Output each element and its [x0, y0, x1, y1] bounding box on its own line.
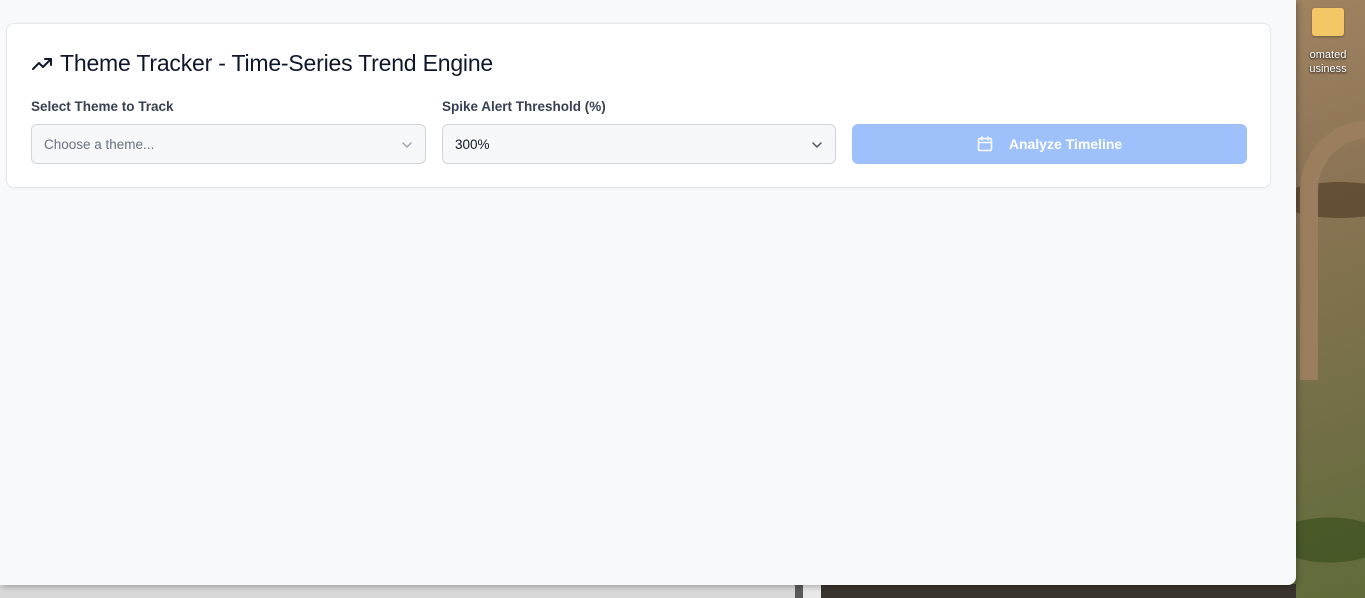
- threshold-select[interactable]: 300%: [442, 124, 836, 164]
- desktop-icon-label: omated usiness: [1309, 49, 1347, 75]
- theme-select-label: Select Theme to Track: [31, 99, 174, 114]
- tracker-card: Theme Tracker - Time-Series Trend Engine…: [6, 23, 1271, 188]
- folder-icon: [1312, 8, 1344, 36]
- analyze-timeline-label: Analyze Timeline: [1008, 136, 1123, 152]
- page-title-row: Theme Tracker - Time-Series Trend Engine: [31, 48, 493, 78]
- app-window: Theme Tracker - Time-Series Trend Engine…: [0, 0, 1296, 585]
- desktop-wallpaper-arch: [1300, 120, 1365, 380]
- calendar-icon: [977, 136, 993, 152]
- background-window-gap: [803, 584, 821, 598]
- theme-select[interactable]: Choose a theme...: [31, 124, 426, 164]
- trending-up-icon: [31, 54, 53, 72]
- analyze-timeline-button[interactable]: Analyze Timeline: [852, 124, 1247, 164]
- background-window-edge-light: [0, 584, 795, 598]
- page-title: Theme Tracker - Time-Series Trend Engine: [60, 49, 493, 76]
- desktop-folder-shortcut[interactable]: omated usiness: [1298, 6, 1358, 78]
- chevron-down-icon: [401, 138, 413, 150]
- chevron-down-icon: [811, 138, 823, 150]
- threshold-select-value: 300%: [455, 136, 490, 152]
- theme-select-placeholder: Choose a theme...: [44, 136, 155, 152]
- background-scrollbar: [795, 584, 803, 598]
- threshold-select-label: Spike Alert Threshold (%): [442, 99, 606, 114]
